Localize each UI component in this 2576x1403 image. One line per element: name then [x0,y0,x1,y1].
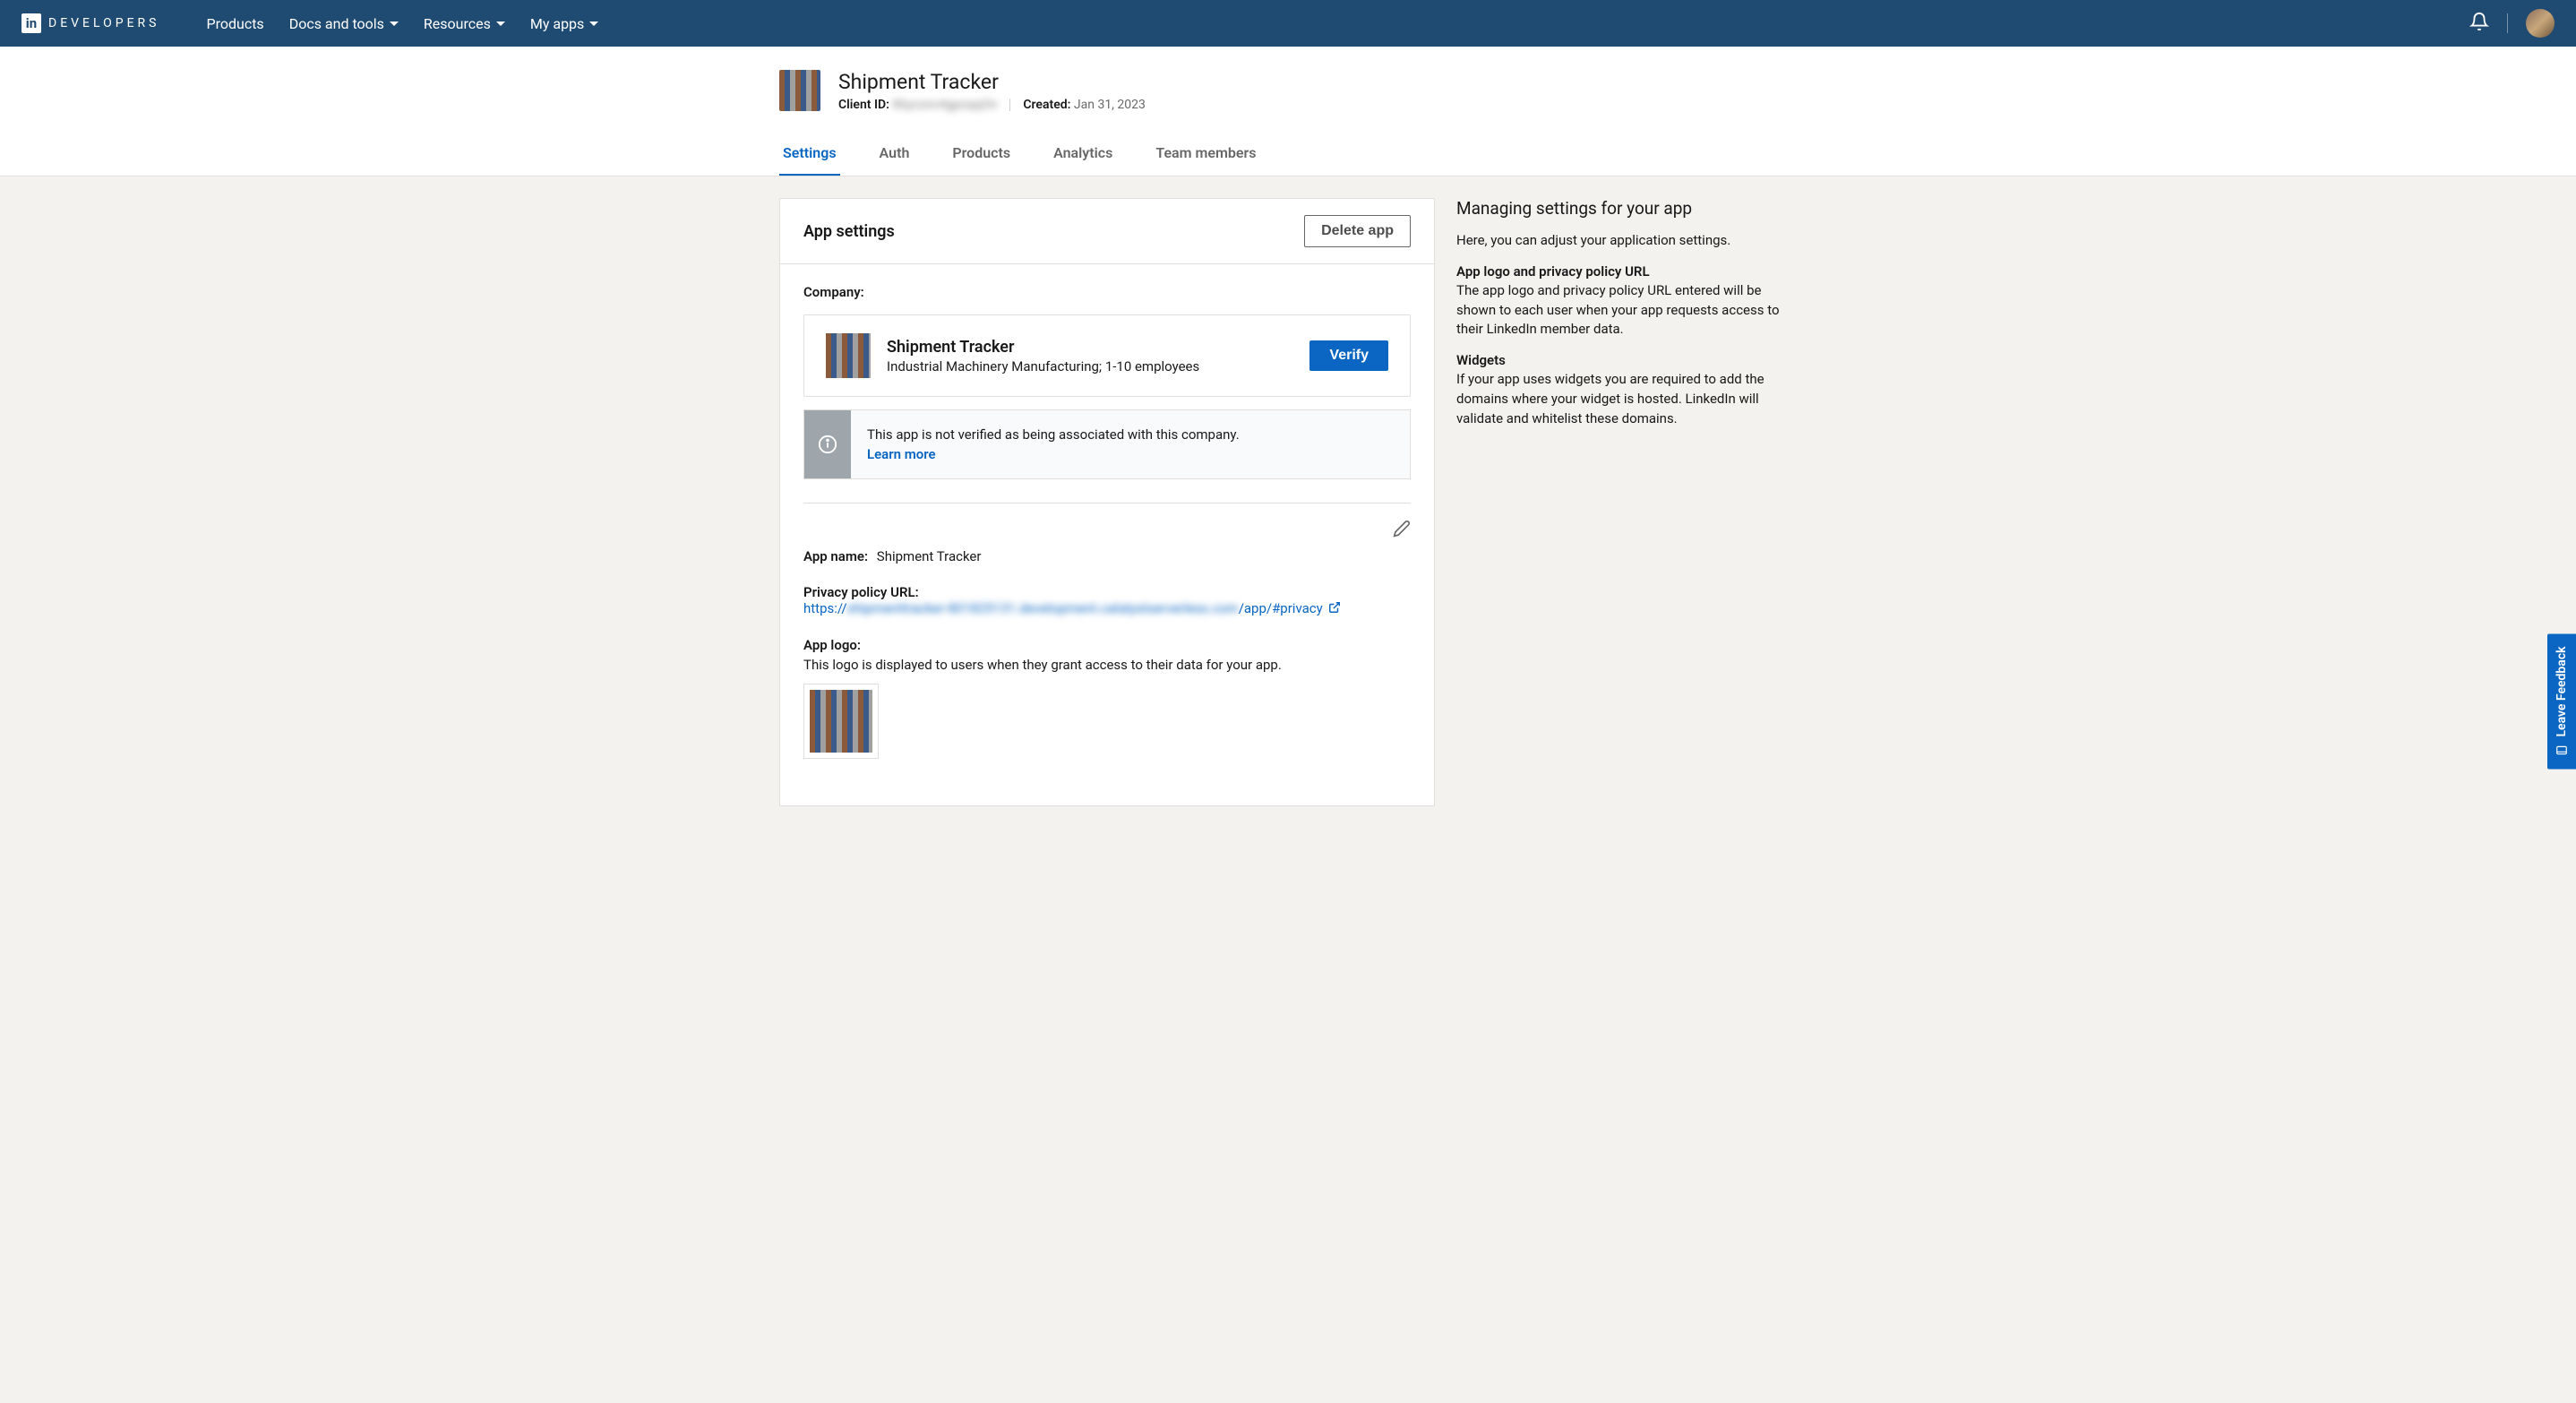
tab-auth[interactable]: Auth [876,135,914,176]
aside-sec2-title: Widgets [1456,352,1797,368]
company-card: Shipment Tracker Industrial Machinery Ma… [803,314,1411,397]
info-icon [804,410,851,478]
edit-icon[interactable] [1393,520,1411,541]
linkedin-logo-icon: in [21,13,41,33]
app-settings-card: App settings Delete app Company: Shipmen… [779,198,1435,806]
logo-text: DEVELOPERS [48,16,159,30]
nav-my-apps[interactable]: My apps [530,15,598,32]
app-logo-label: App logo: [803,637,1405,653]
aside-sec1-title: App logo and privacy policy URL [1456,263,1797,280]
caret-down-icon [589,22,598,26]
page-title: Shipment Tracker [838,70,1146,94]
divider [2507,13,2508,33]
divider [1009,99,1010,111]
aside-sec2-text: If your app uses widgets you are require… [1456,370,1797,428]
privacy-url-label: Privacy policy URL: [803,584,1405,600]
aside: Managing settings for your app Here, you… [1456,198,1797,806]
aside-intro: Here, you can adjust your application se… [1456,231,1797,251]
verify-button[interactable]: Verify [1309,340,1388,371]
app-name-label: App name: [803,548,868,564]
app-icon [779,70,820,111]
app-logo-box [803,684,879,759]
feedback-tab[interactable]: Leave Feedback [2547,633,2576,769]
delete-app-button[interactable]: Delete app [1304,215,1411,247]
app-logo-image [810,690,872,753]
nav-resources[interactable]: Resources [424,15,505,32]
tab-team-members[interactable]: Team members [1152,135,1259,176]
app-header: Shipment Tracker Client ID: 86yconv4gpoq… [0,47,2576,176]
feedback-icon [2555,745,2568,757]
company-logo [826,333,871,378]
tabs: Settings Auth Products Analytics Team me… [779,135,1797,176]
tab-analytics[interactable]: Analytics [1050,135,1116,176]
aside-sec1-text: The app logo and privacy policy URL ente… [1456,281,1797,340]
client-id-value: 86yconv4gpoqqOn [892,98,997,112]
client-id-label: Client ID: [838,98,889,112]
created-value: Jan 31, 2023 [1074,98,1146,112]
card-title: App settings [803,222,895,241]
company-desc: Industrial Machinery Manufacturing; 1-10… [887,358,1293,374]
avatar[interactable] [2526,9,2555,38]
tab-products[interactable]: Products [949,135,1014,176]
divider [803,503,1411,504]
created-label: Created: [1023,98,1070,112]
learn-more-link[interactable]: Learn more [867,446,936,462]
app-logo-desc: This logo is displayed to users when the… [803,657,1411,673]
tab-settings[interactable]: Settings [779,135,840,176]
info-text: This app is not verified as being associ… [867,426,1240,443]
notifications-icon[interactable] [2469,12,2489,35]
nav-products[interactable]: Products [206,15,263,32]
company-label: Company: [803,284,1411,300]
company-name: Shipment Tracker [887,338,1293,357]
top-nav: in DEVELOPERS Products Docs and tools Re… [0,0,2576,47]
caret-down-icon [496,22,505,26]
logo[interactable]: in DEVELOPERS [21,13,159,33]
privacy-url-link[interactable]: https://shipmenttracker-801825131.develo… [803,600,1341,616]
external-link-icon [1328,601,1341,617]
info-banner: This app is not verified as being associ… [803,409,1411,479]
aside-title: Managing settings for your app [1456,198,1797,219]
nav-docs-tools[interactable]: Docs and tools [289,15,399,32]
app-name-value: Shipment Tracker [877,548,982,564]
caret-down-icon [390,22,399,26]
